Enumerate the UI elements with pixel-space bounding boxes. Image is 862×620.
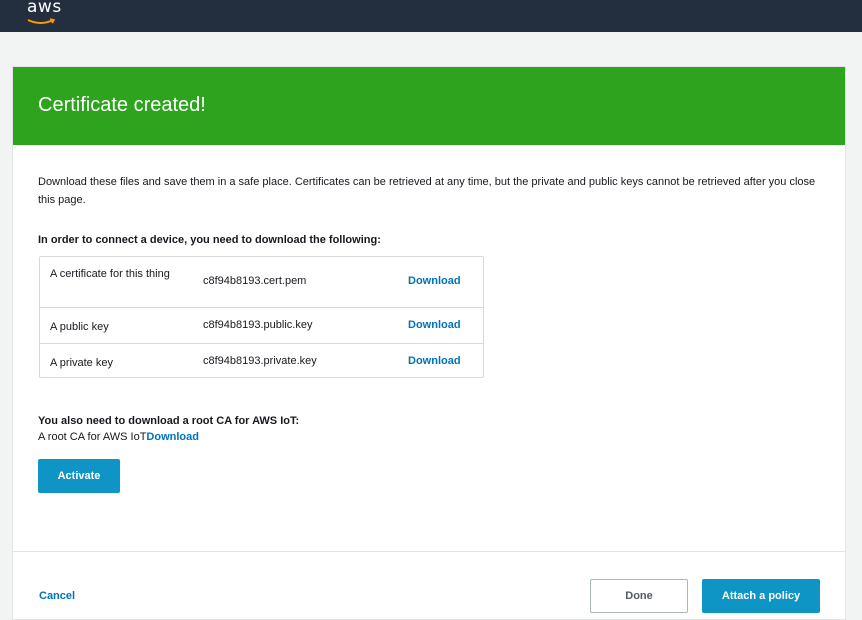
root-ca-title: You also need to download a root CA for … <box>38 415 300 427</box>
download-root-ca-link[interactable]: Download <box>146 431 199 443</box>
aws-logo-text: aws <box>27 0 62 17</box>
files-section-title: In order to connect a device, you need t… <box>38 234 381 246</box>
table-row: A public key c8f94b8193.public.key Downl… <box>40 308 483 344</box>
aws-smile-icon <box>27 18 56 24</box>
aws-logo[interactable]: aws <box>27 0 61 30</box>
download-public-key-link[interactable]: Download <box>408 319 461 331</box>
files-table: A certificate for this thing c8f94b8193.… <box>39 256 484 378</box>
footer-divider <box>13 551 845 552</box>
intro-text: Download these files and save them in a … <box>38 176 816 206</box>
done-button[interactable]: Done <box>590 579 688 613</box>
attach-policy-button[interactable]: Attach a policy <box>702 579 820 613</box>
success-header: Certificate created! <box>13 67 845 145</box>
top-navigation-bar: aws <box>0 0 862 32</box>
certificate-created-panel: Certificate created! Download these file… <box>12 66 846 620</box>
file-name: c8f94b8193.private.key <box>203 355 317 367</box>
cancel-link[interactable]: Cancel <box>39 590 75 602</box>
table-row: A private key c8f94b8193.private.key Dow… <box>40 344 483 378</box>
root-ca-text: A root CA for AWS IoT <box>38 431 147 443</box>
table-row: A certificate for this thing c8f94b8193.… <box>40 257 483 308</box>
download-private-key-link[interactable]: Download <box>408 355 461 367</box>
root-ca-line: A root CA for AWS IoTDownload <box>38 431 199 443</box>
file-name: c8f94b8193.public.key <box>203 319 313 331</box>
file-label: A public key <box>50 321 109 333</box>
activate-button[interactable]: Activate <box>38 459 120 493</box>
file-label: A certificate for this thing <box>50 268 170 280</box>
download-cert-link[interactable]: Download <box>408 275 461 287</box>
file-label: A private key <box>50 357 113 369</box>
page-title: Certificate created! <box>38 94 206 116</box>
file-name: c8f94b8193.cert.pem <box>203 275 307 287</box>
